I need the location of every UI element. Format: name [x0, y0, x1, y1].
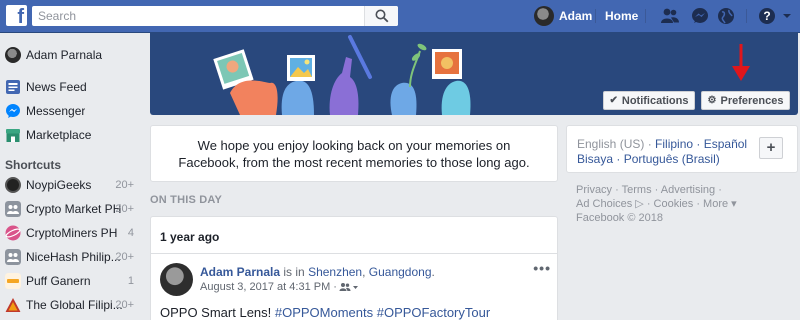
- sidebar-item-label: Messenger: [26, 104, 86, 118]
- post-timestamp[interactable]: August 3, 2017 at 4:31 PM ·: [200, 281, 337, 293]
- checkmark-icon: ✔: [609, 95, 618, 106]
- divider: [746, 9, 747, 23]
- group-icon: [5, 201, 21, 217]
- sidebar-item-marketplace[interactable]: Marketplace: [5, 126, 137, 144]
- left-sidebar: Adam Parnala News Feed Messenger Marketp…: [0, 33, 142, 320]
- avatar: [5, 47, 21, 63]
- sidebar-item-profile[interactable]: Adam Parnala: [5, 46, 137, 64]
- post-text-plain: OPPO Smart Lens!: [160, 305, 275, 320]
- hashtag-link[interactable]: #OPPOFactoryTour: [373, 305, 490, 320]
- memories-illustration: [213, 35, 471, 115]
- sidebar-item-news-feed[interactable]: News Feed: [5, 78, 137, 96]
- friend-requests-icon[interactable]: [660, 7, 680, 25]
- location-city-link[interactable]: Shenzhen: [308, 265, 362, 279]
- memory-period-header: 1 year ago: [150, 216, 558, 254]
- avatar: [534, 6, 554, 26]
- svg-text:?: ?: [763, 9, 770, 23]
- copyright: Facebook © 2018: [576, 212, 663, 224]
- profile-link[interactable]: Adam: [534, 6, 592, 26]
- marketplace-icon: [6, 129, 20, 142]
- section-heading: ON THIS DAY: [150, 194, 223, 206]
- help-icon[interactable]: ?: [757, 7, 777, 25]
- footer-links: Privacy · Terms · Advertising · Ad Choic…: [576, 183, 786, 225]
- triangle-logo-icon: [5, 298, 21, 312]
- search-input[interactable]: [32, 6, 362, 26]
- avatar[interactable]: [160, 263, 193, 296]
- current-language: English (US) ·: [577, 137, 656, 151]
- sidebar-item-label: Puff Ganern: [26, 274, 91, 288]
- intro-text: We hope you enjoy looking back on your m…: [178, 137, 530, 170]
- sidebar-item-shortcut[interactable]: CryptoMiners PH 4: [5, 224, 137, 242]
- messenger-icon[interactable]: [690, 7, 710, 25]
- hashtag-link[interactable]: #OPPOMoments: [275, 305, 373, 320]
- post-options-icon[interactable]: •••: [533, 260, 551, 276]
- location-region-link[interactable]: Guangdong: [369, 265, 432, 279]
- post-header-text: is in: [280, 265, 309, 279]
- post-header-text: .: [431, 265, 435, 279]
- language-link[interactable]: · Português (Brasil): [613, 152, 719, 166]
- notifications-button[interactable]: ✔ Notifications: [603, 91, 695, 110]
- group-icon: [5, 249, 21, 265]
- memories-intro-card: We hope you enjoy looking back on your m…: [150, 125, 558, 182]
- puff-ganern-logo-icon: [5, 273, 21, 289]
- post-meta: August 3, 2017 at 4:31 PM ·: [200, 281, 359, 293]
- sidebar-item-label: Marketplace: [26, 128, 92, 142]
- post-header-text: ,: [362, 265, 369, 279]
- facebook-logo-icon[interactable]: f: [6, 5, 27, 26]
- news-feed-icon: [6, 80, 20, 94]
- post-author-link[interactable]: Adam Parnala: [200, 265, 280, 279]
- badge-count: 1: [127, 275, 134, 287]
- friends-audience-icon[interactable]: [339, 282, 359, 292]
- sidebar-item-shortcut[interactable]: Puff Ganern 1: [5, 272, 137, 290]
- sidebar-item-label: CryptoMiners PH: [26, 226, 118, 240]
- notifications-label: Notifications: [621, 94, 689, 107]
- sidebar-item-shortcut[interactable]: NoypiGeeks 20+: [5, 176, 137, 194]
- footer-line[interactable]: Ad Choices ▷ · Cookies · More ▾: [576, 197, 786, 211]
- divider: [595, 9, 596, 23]
- language-link[interactable]: · Español: [693, 137, 747, 151]
- sidebar-item-label: NoypiGeeks: [26, 178, 92, 192]
- search-icon: [375, 9, 389, 23]
- gear-icon: ⚙: [707, 95, 717, 106]
- preferences-button[interactable]: ⚙ Preferences: [701, 91, 790, 110]
- badge-count: 20+: [115, 299, 134, 311]
- home-link[interactable]: Home: [605, 9, 638, 23]
- top-navigation-bar: f Adam Home ?: [0, 0, 800, 33]
- globe-notifications-icon[interactable]: [716, 7, 736, 25]
- sidebar-item-shortcut[interactable]: The Global Filipi... 20+: [5, 296, 137, 314]
- sidebar-item-label: NiceHash Philip...: [26, 250, 121, 264]
- sidebar-item-label: News Feed: [26, 80, 87, 94]
- sidebar-item-label: Adam Parnala: [26, 48, 103, 62]
- red-arrow-icon: [732, 44, 750, 81]
- language-link[interactable]: Bisaya: [577, 152, 613, 166]
- account-menu-chevron-icon[interactable]: [781, 7, 793, 25]
- badge-count: 20+: [115, 179, 134, 191]
- divider: [645, 9, 646, 23]
- badge-count: 20+: [115, 251, 134, 263]
- sidebar-item-label: Crypto Market PH: [26, 202, 122, 216]
- badge-count: 4: [127, 227, 134, 239]
- shortcuts-header: Shortcuts: [5, 158, 62, 172]
- period-label: 1 year ago: [160, 230, 220, 244]
- messenger-icon: [6, 104, 20, 118]
- badge-count: 20+: [115, 203, 134, 215]
- memory-post: Adam Parnala is in Shenzhen, Guangdong. …: [150, 254, 558, 320]
- cryptominers-logo-icon: [5, 225, 21, 241]
- language-link[interactable]: Filipino: [655, 137, 693, 151]
- sidebar-item-shortcut[interactable]: Crypto Market PH 20+: [5, 200, 137, 218]
- preferences-label: Preferences: [720, 94, 784, 107]
- footer-line[interactable]: Privacy · Terms · Advertising ·: [576, 183, 786, 197]
- sidebar-item-messenger[interactable]: Messenger: [5, 102, 137, 120]
- post-header: Adam Parnala is in Shenzhen, Guangdong.: [200, 265, 435, 279]
- search-box: [32, 6, 398, 26]
- add-language-button[interactable]: +: [759, 137, 783, 159]
- language-card: English (US) · Filipino · Español Bisaya …: [566, 125, 798, 173]
- search-button[interactable]: [364, 6, 398, 26]
- profile-name: Adam: [559, 9, 593, 23]
- noypigeeks-logo-icon: [5, 177, 21, 193]
- sidebar-item-shortcut[interactable]: NiceHash Philip... 20+: [5, 248, 137, 266]
- sidebar-item-label: The Global Filipi...: [26, 298, 123, 312]
- language-list: English (US) · Filipino · Español Bisaya …: [577, 137, 755, 167]
- post-text: OPPO Smart Lens! #OPPOMoments #OPPOFacto…: [160, 305, 490, 320]
